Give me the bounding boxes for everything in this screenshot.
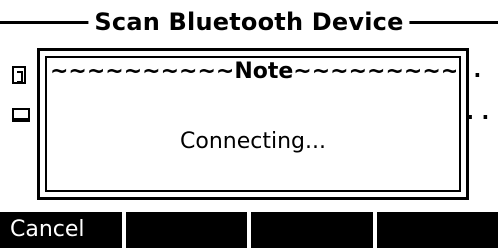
softkey-3[interactable]	[251, 212, 373, 248]
list-row-trailing: .	[470, 58, 484, 83]
softkey-4[interactable]	[376, 212, 498, 248]
screen-title: Scan Bluetooth Device	[88, 8, 410, 36]
bluetooth-icon	[12, 66, 26, 84]
device-icon	[12, 108, 30, 122]
note-dialog: ~~~~~~~~~~Note~~~~~~~~~~ Connecting...	[37, 48, 469, 200]
cancel-button[interactable]: Cancel	[0, 212, 122, 248]
phone-screen: Scan Bluetooth Device . .. ~~~~~~~~~~Not…	[0, 0, 498, 248]
softkey-2[interactable]	[125, 212, 247, 248]
dialog-title: ~~~~~~~~~~Note~~~~~~~~~~	[50, 59, 456, 85]
softkey-bar: Cancel	[0, 212, 498, 248]
dialog-message: Connecting...	[180, 129, 326, 154]
